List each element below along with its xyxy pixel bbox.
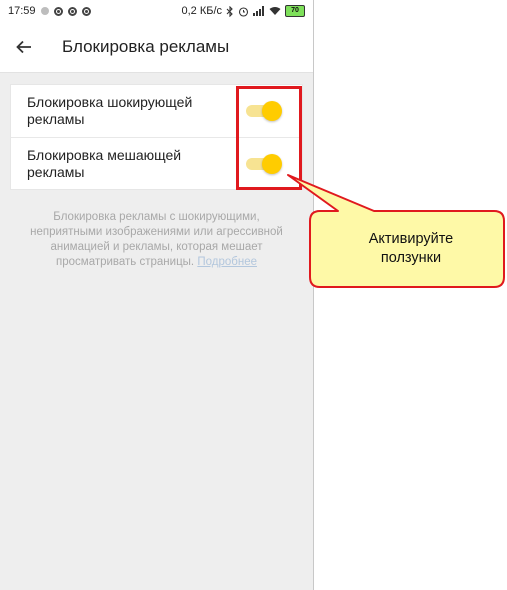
callout-text: Активируйте ползунки <box>368 231 454 266</box>
callout-bubble <box>287 174 505 288</box>
